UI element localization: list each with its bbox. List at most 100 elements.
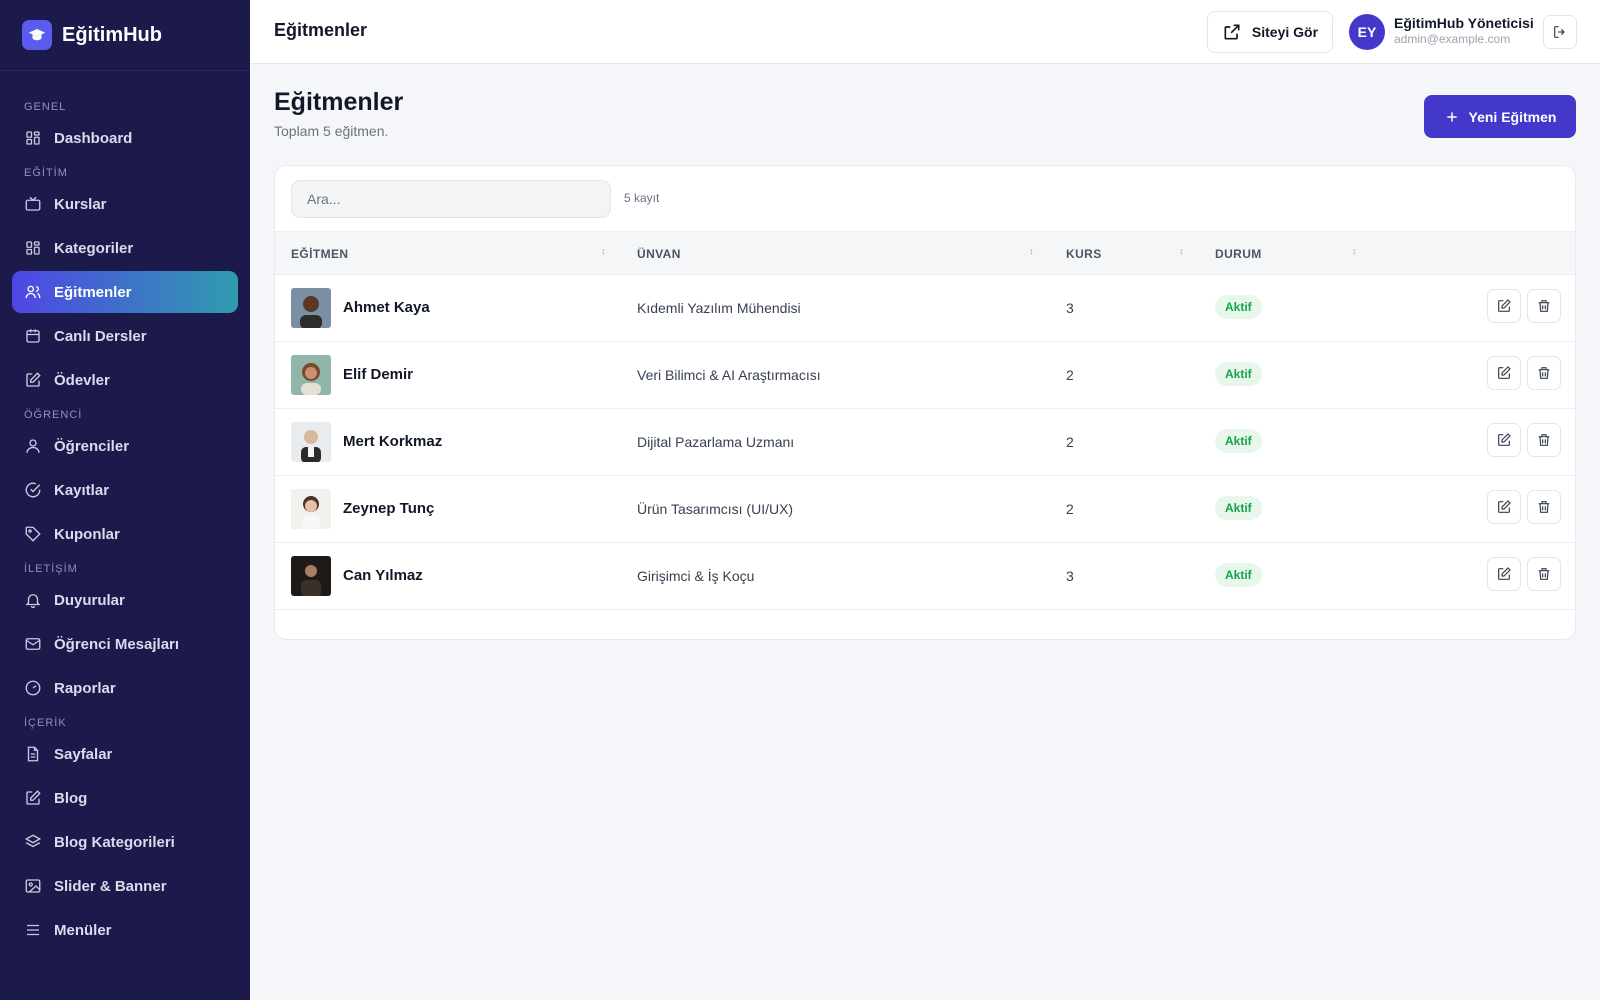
- delete-button[interactable]: [1527, 356, 1561, 390]
- sidebar-item-label: Blog: [54, 789, 88, 807]
- table-row[interactable]: Zeynep Tunç Ürün Tasarımcısı (UI/UX) 2 Akti…: [275, 476, 1575, 543]
- sidebar-item-blog[interactable]: Blog: [12, 777, 238, 819]
- delete-button[interactable]: [1527, 490, 1561, 524]
- table-row[interactable]: Can Yılmaz Girişimci & İş Koçu 3 Aktif: [275, 543, 1575, 610]
- nav-section-label: ÖĞRENCİ: [24, 409, 83, 421]
- course-count: 3: [1066, 568, 1074, 584]
- tv-icon: [24, 195, 42, 213]
- delete-button[interactable]: [1527, 289, 1561, 323]
- sidebar-item-label: Ödevler: [54, 371, 110, 389]
- sidebar-item-kayıtlar[interactable]: Kayıtlar: [12, 469, 238, 511]
- user-email: admin@example.com: [1394, 32, 1511, 46]
- search-input[interactable]: [291, 180, 611, 218]
- layers-icon: [24, 833, 42, 851]
- file-icon: [24, 745, 42, 763]
- course-count: 2: [1066, 434, 1074, 450]
- delete-button[interactable]: [1527, 557, 1561, 591]
- table-row[interactable]: Mert Korkmaz Dijital Pazarlama Uzmanı 2 Akt…: [275, 409, 1575, 476]
- edit-icon: [1498, 567, 1511, 580]
- sidebar-item-öğrenci-mesajları[interactable]: Öğrenci Mesajları: [12, 623, 238, 665]
- status-badge: Aktif: [1215, 295, 1262, 319]
- sidebar-item-label: Blog Kategorileri: [54, 833, 175, 851]
- sidebar-item-menüler[interactable]: Menüler: [12, 909, 238, 951]
- sidebar-item-eğitmenler[interactable]: Eğitmenler: [12, 271, 238, 313]
- sidebar-item-slider-banner[interactable]: Slider & Banner: [12, 865, 238, 907]
- record-count: 5 kayıt: [624, 191, 660, 205]
- page-subtitle: Toplam 5 eğitmen.: [274, 123, 389, 139]
- mail-icon: [24, 635, 42, 653]
- sidebar-item-blog-kategorileri[interactable]: Blog Kategorileri: [12, 821, 238, 863]
- table-row[interactable]: Elif Demir Veri Bilimci & AI Araştırmacıs…: [275, 342, 1575, 409]
- sidebar-item-kategoriler[interactable]: Kategoriler: [12, 227, 238, 269]
- new-instructor-label: Yeni Eğitmen: [1468, 108, 1557, 125]
- instructor-title: Kıdemli Yazılım Mühendisi: [637, 300, 801, 316]
- sidebar-item-label: Dashboard: [54, 129, 133, 147]
- instructor-title: Dijital Pazarlama Uzmanı: [637, 434, 795, 450]
- nav-section-label: İLETİŞİM: [24, 563, 78, 575]
- user-icon: [24, 437, 42, 455]
- sidebar-item-ödevler[interactable]: Ödevler: [12, 359, 238, 401]
- sort-icon[interactable]: ↕: [601, 246, 606, 256]
- edit-button[interactable]: [1487, 356, 1521, 390]
- sidebar-item-duyurular[interactable]: Duyurular: [12, 579, 238, 621]
- status-badge: Aktif: [1215, 496, 1262, 520]
- delete-button[interactable]: [1527, 423, 1561, 457]
- instructor-name[interactable]: Can Yılmaz: [343, 567, 423, 584]
- logout-icon: [1554, 26, 1565, 38]
- sort-icon[interactable]: ↕: [1352, 246, 1357, 256]
- sidebar-item-canlı-dersler[interactable]: Canlı Dersler: [12, 315, 238, 357]
- plus-icon: [1446, 111, 1457, 122]
- brand-name: EğitimHub: [62, 23, 162, 46]
- edit-button[interactable]: [1487, 289, 1521, 323]
- column-header-title[interactable]: ÜNVAN: [637, 247, 681, 261]
- sidebar-item-dashboard[interactable]: Dashboard: [12, 117, 238, 159]
- view-site-label: Siteyi Gör: [1251, 24, 1319, 40]
- sort-icon[interactable]: ↕: [1029, 246, 1034, 256]
- column-header-courses[interactable]: KURS: [1066, 247, 1102, 261]
- edit-icon: [1498, 366, 1511, 379]
- calendar-icon: [24, 327, 42, 345]
- column-header-status[interactable]: DURUM: [1215, 247, 1262, 261]
- sidebar-nav: GENEL Dashboard EĞİTİM Kurslar Kategoriler Eğ…: [0, 71, 250, 951]
- image-icon: [24, 877, 42, 895]
- trash-icon: [1538, 434, 1550, 446]
- sidebar-item-kuponlar[interactable]: Kuponlar: [12, 513, 238, 555]
- edit-button[interactable]: [1487, 490, 1521, 524]
- table-row[interactable]: Ahmet Kaya Kıdemli Yazılım Mühendisi 3 Akti…: [275, 275, 1575, 342]
- sidebar-item-label: Kategoriler: [54, 239, 134, 257]
- sidebar-item-label: Duyurular: [54, 591, 125, 609]
- gauge-icon: [24, 679, 42, 697]
- sidebar-item-raporlar[interactable]: Raporlar: [12, 667, 238, 709]
- trash-icon: [1538, 501, 1550, 513]
- brand[interactable]: EğitimHub: [0, 0, 250, 71]
- logout-button[interactable]: [1543, 15, 1577, 49]
- sidebar-item-kurslar[interactable]: Kurslar: [12, 183, 238, 225]
- sort-icon[interactable]: ↕: [1179, 246, 1184, 256]
- edit-button[interactable]: [1487, 423, 1521, 457]
- instructor-name[interactable]: Elif Demir: [343, 366, 413, 383]
- course-count: 2: [1066, 367, 1074, 383]
- tag-icon: [24, 525, 42, 543]
- edit-button[interactable]: [1487, 557, 1521, 591]
- edit-icon: [1498, 299, 1511, 312]
- view-site-button[interactable]: Siteyi Gör: [1207, 11, 1333, 53]
- grid-icon: [24, 239, 42, 257]
- instructor-name[interactable]: Mert Korkmaz: [343, 433, 442, 450]
- sidebar-item-label: Slider & Banner: [54, 877, 167, 895]
- instructor-name[interactable]: Zeynep Tunç: [343, 500, 434, 517]
- sidebar-item-öğrenciler[interactable]: Öğrenciler: [12, 425, 238, 467]
- instructor-name[interactable]: Ahmet Kaya: [343, 299, 430, 316]
- avatar[interactable]: EY: [1349, 14, 1385, 50]
- sidebar-item-sayfalar[interactable]: Sayfalar: [12, 733, 238, 775]
- topbar-title: Eğitmenler: [274, 20, 368, 40]
- instructor-title: Veri Bilimci & AI Araştırmacısı: [637, 367, 821, 383]
- course-count: 2: [1066, 501, 1074, 517]
- column-header-instructor[interactable]: EĞİTMEN: [291, 247, 348, 261]
- new-instructor-button[interactable]: Yeni Eğitmen: [1424, 95, 1576, 138]
- sidebar-item-label: Eğitmenler: [54, 283, 132, 301]
- nav-section-label: İÇERİK: [24, 717, 67, 729]
- instructor-photo: [291, 288, 331, 328]
- instructors-table-card: 5 kayıt EĞİTMEN ↕ ÜNVAN ↕ KURS ↕ DURUM ↕…: [274, 165, 1576, 640]
- users-icon: [24, 283, 42, 301]
- trash-icon: [1538, 300, 1550, 312]
